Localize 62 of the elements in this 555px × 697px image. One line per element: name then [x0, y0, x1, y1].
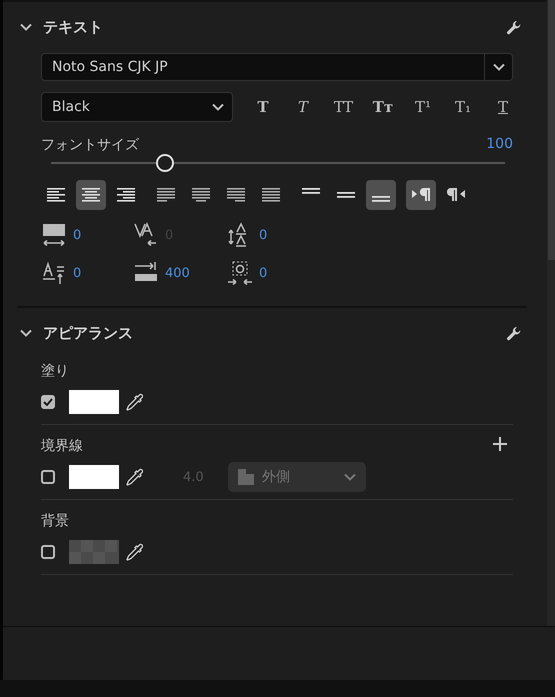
chevron-icon	[344, 473, 356, 481]
plus-icon[interactable]	[493, 437, 507, 451]
align-button[interactable]	[366, 180, 396, 210]
text-style-button[interactable]: T	[283, 98, 323, 116]
align-button[interactable]	[76, 180, 106, 210]
field-label: 背景	[41, 512, 69, 530]
checkbox[interactable]	[41, 470, 55, 484]
metric-value[interactable]: 0	[73, 266, 82, 280]
field-label: 境界線	[41, 437, 83, 455]
align-icon	[192, 188, 210, 202]
metric-value[interactable]: 0	[73, 228, 82, 242]
wrench-icon[interactable]	[505, 324, 523, 342]
kerning-icon	[133, 222, 159, 248]
paragraph-arrow-icon	[447, 188, 465, 202]
eyedropper-icon[interactable]	[125, 542, 143, 562]
checkbox[interactable]	[41, 395, 55, 409]
align-icon	[227, 188, 245, 202]
scrollbar-thumb[interactable]	[548, 0, 555, 260]
chevron-icon[interactable]	[20, 329, 32, 337]
align-icon	[302, 188, 320, 194]
align-icon	[157, 188, 175, 202]
baseline-icon	[41, 260, 67, 286]
chevron-icon[interactable]	[20, 23, 32, 31]
text-style-button[interactable]: T¹	[403, 98, 443, 116]
checkbox[interactable]	[41, 545, 55, 559]
section-title: アピアランス	[43, 324, 134, 342]
slider-thumb[interactable]	[156, 154, 174, 172]
checkmark-icon	[43, 398, 53, 406]
align-icon	[117, 188, 135, 202]
metric-value[interactable]: 0	[259, 266, 268, 280]
color-swatch[interactable]	[69, 390, 119, 414]
text-style-button[interactable]: TT	[323, 98, 363, 116]
font-weight-dropdown[interactable]: Black	[41, 92, 233, 122]
color-swatch[interactable]	[69, 465, 119, 489]
character-spacing-icon	[227, 260, 253, 286]
text-style-button[interactable]: T₁	[443, 98, 483, 116]
align-button[interactable]	[406, 180, 436, 210]
field-label: フォントサイズ	[41, 136, 139, 154]
font-size-slider[interactable]	[51, 154, 505, 172]
align-icon	[47, 188, 65, 202]
align-icon	[372, 196, 390, 202]
align-icon	[337, 192, 355, 198]
transparent-swatch[interactable]	[69, 540, 119, 564]
wrench-icon[interactable]	[505, 18, 523, 36]
align-icon	[262, 188, 280, 202]
font-family-dropdown[interactable]: Noto Sans CJK JP	[41, 53, 513, 81]
text-style-button[interactable]: T	[483, 98, 523, 116]
paragraph-arrow-icon	[412, 188, 430, 202]
eyedropper-icon[interactable]	[125, 392, 143, 412]
metric-value[interactable]: 0	[259, 228, 268, 242]
stroke-position-icon	[238, 469, 254, 485]
align-icon	[82, 188, 100, 202]
metric-value[interactable]: 400	[165, 266, 190, 280]
tracking-icon	[41, 222, 67, 248]
section-title: テキスト	[43, 18, 104, 36]
field-label: 塗り	[41, 362, 69, 380]
font-size-value[interactable]: 100	[486, 136, 513, 154]
chevron-icon	[212, 103, 224, 111]
text-style-button[interactable]: Tт	[363, 98, 403, 116]
text-style-button[interactable]: T	[243, 98, 283, 116]
chevron-icon	[492, 63, 504, 71]
eyedropper-icon[interactable]	[125, 467, 143, 487]
